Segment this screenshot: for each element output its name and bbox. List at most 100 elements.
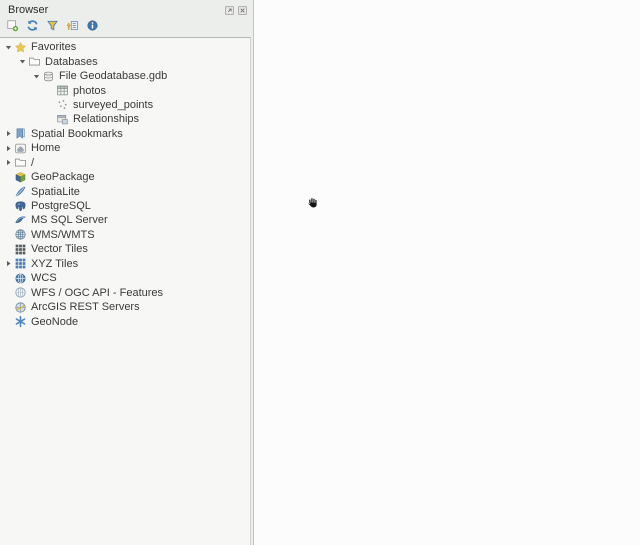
refresh-icon — [26, 19, 39, 35]
panel-window-buttons — [224, 4, 248, 15]
tree-item-label: PostgreSQL — [31, 200, 91, 212]
panel-title: Browser — [8, 4, 48, 16]
add-selected-layers-button[interactable] — [5, 20, 19, 34]
refresh-button[interactable] — [25, 20, 39, 34]
tree-item-label: Spatial Bookmarks — [31, 128, 123, 140]
expander-spacer — [45, 87, 56, 95]
globe-light-icon — [14, 286, 27, 299]
expander-spacer — [45, 101, 56, 109]
tree-item-photos[interactable]: photos — [0, 83, 250, 97]
globe-arcgis-icon — [14, 301, 27, 314]
tree-item-arcgis-rest-servers[interactable]: ArcGIS REST Servers — [0, 300, 250, 314]
tree-item-file-geodatabase-gdb[interactable]: File Geodatabase.gdb — [0, 69, 250, 83]
expander-spacer — [3, 202, 14, 210]
tree-item-spatialite[interactable]: SpatiaLite — [0, 184, 250, 198]
expander-spacer — [45, 115, 56, 123]
tree-item-label: Databases — [45, 56, 98, 68]
undock-icon — [224, 4, 235, 15]
spatialite-icon — [14, 185, 27, 198]
filter-icon — [46, 19, 59, 35]
close-icon — [237, 4, 248, 15]
geopackage-icon — [14, 171, 27, 184]
grid-dark-icon — [14, 243, 27, 256]
grid-blue-icon — [14, 257, 27, 270]
tree-item-label: SpatiaLite — [31, 186, 80, 198]
expander-spacer — [3, 303, 14, 311]
filter-browser-button[interactable] — [45, 20, 59, 34]
expander-spacer — [3, 216, 14, 224]
tree-item-root[interactable]: / — [0, 156, 250, 170]
info-icon — [86, 19, 99, 35]
asterisk-icon — [14, 315, 27, 328]
expand-arrow-icon[interactable] — [3, 144, 14, 152]
tree-item-databases[interactable]: Databases — [0, 54, 250, 68]
postgresql-icon — [14, 200, 27, 213]
folder-icon — [14, 156, 27, 169]
collapse-all-button[interactable] — [65, 20, 79, 34]
add-layer-icon — [6, 19, 19, 35]
expand-arrow-icon[interactable] — [3, 159, 14, 167]
globe-blue-icon — [14, 272, 27, 285]
expander-spacer — [3, 274, 14, 282]
tree-item-geopackage[interactable]: GeoPackage — [0, 170, 250, 184]
tree-item-label: GeoNode — [31, 316, 78, 328]
tree-item-wcs[interactable]: WCS — [0, 271, 250, 285]
properties-widget-button[interactable] — [85, 20, 99, 34]
tree-item-label: WCS — [31, 272, 57, 284]
collapse-tree-icon — [66, 19, 79, 35]
tree-item-postgresql[interactable]: PostgreSQL — [0, 199, 250, 213]
points-icon — [56, 98, 69, 111]
browser-panel: Browser Favorites Databases File Geodataba… — [0, 0, 254, 545]
expander-spacer — [3, 289, 14, 297]
star-icon — [14, 41, 27, 54]
tree-item-xyz-tiles[interactable]: XYZ Tiles — [0, 257, 250, 271]
expander-spacer — [3, 318, 14, 326]
tree-item-label: XYZ Tiles — [31, 258, 78, 270]
tree-item-label: / — [31, 157, 34, 169]
tree-item-spatial-bookmarks[interactable]: Spatial Bookmarks — [0, 127, 250, 141]
tree-item-label: ArcGIS REST Servers — [31, 301, 140, 313]
tree-item-wfs-ogc-api-features[interactable]: WFS / OGC API - Features — [0, 285, 250, 299]
close-panel-button[interactable] — [237, 4, 248, 15]
tree-item-favorites[interactable]: Favorites — [0, 40, 250, 54]
expander-spacer — [3, 245, 14, 253]
expand-arrow-icon[interactable] — [3, 260, 14, 268]
tree-item-label: surveyed_points — [73, 99, 153, 111]
collapse-arrow-icon[interactable] — [31, 72, 42, 80]
tree-item-label: photos — [73, 85, 106, 97]
home-icon — [14, 142, 27, 155]
collapse-arrow-icon[interactable] — [17, 58, 28, 66]
database-icon — [42, 70, 55, 83]
tree-item-surveyed-points[interactable]: surveyed_points — [0, 98, 250, 112]
table-icon — [56, 84, 69, 97]
relationships-icon — [56, 113, 69, 126]
browser-toolbar — [0, 17, 253, 35]
qgis-window: Browser Favorites Databases File Geodataba… — [0, 0, 640, 545]
tree-item-home[interactable]: Home — [0, 141, 250, 155]
tree-item-label: File Geodatabase.gdb — [59, 70, 167, 82]
panel-header: Browser — [0, 0, 253, 17]
tree-item-vector-tiles[interactable]: Vector Tiles — [0, 242, 250, 256]
expand-arrow-icon[interactable] — [3, 130, 14, 138]
tree-item-wms-wmts[interactable]: WMS/WMTS — [0, 228, 250, 242]
wms-globe-icon — [14, 228, 27, 241]
tree-item-label: GeoPackage — [31, 171, 95, 183]
collapse-arrow-icon[interactable] — [3, 43, 14, 51]
tree-item-label: WMS/WMTS — [31, 229, 95, 241]
tree-item-relationships[interactable]: Relationships — [0, 112, 250, 126]
tree-item-label: Vector Tiles — [31, 243, 88, 255]
tree-item-geonode[interactable]: GeoNode — [0, 314, 250, 328]
map-canvas[interactable] — [255, 0, 640, 545]
expander-spacer — [3, 188, 14, 196]
browser-tree: Favorites Databases File Geodatabase.gdb ph… — [0, 37, 251, 545]
bookmarks-icon — [14, 127, 27, 140]
tree-item-label: Relationships — [73, 113, 139, 125]
undock-panel-button[interactable] — [224, 4, 235, 15]
folder-icon — [28, 55, 41, 68]
tree-item-label: Favorites — [31, 41, 76, 53]
expander-spacer — [3, 173, 14, 181]
tree-item-label: Home — [31, 142, 60, 154]
tree-item-label: WFS / OGC API - Features — [31, 287, 163, 299]
tree-item-ms-sql-server[interactable]: MS SQL Server — [0, 213, 250, 227]
mssql-icon — [14, 214, 27, 227]
